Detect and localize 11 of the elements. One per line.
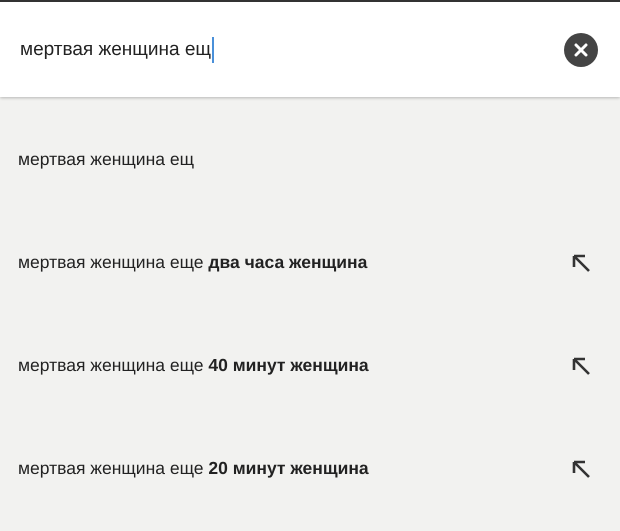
search-field[interactable]: мертвая женщина ещ (20, 38, 212, 60)
suggestion-item[interactable]: мертвая женщина еще 20 минут женщина (0, 417, 620, 520)
fill-in-arrow-icon[interactable] (570, 354, 592, 376)
suggestion-item[interactable]: мертвая женщина еще 40 минут женщина (0, 314, 620, 417)
text-cursor (212, 36, 214, 62)
clear-button[interactable] (564, 32, 598, 66)
suggestion-item[interactable]: мертвая женщина еще два часа женщина (0, 211, 620, 314)
fill-in-arrow-icon[interactable] (570, 458, 592, 480)
suggestion-item[interactable]: мертвая женщина ещ (0, 108, 620, 211)
fill-in-arrow-icon[interactable] (570, 252, 592, 274)
close-icon (574, 42, 588, 56)
